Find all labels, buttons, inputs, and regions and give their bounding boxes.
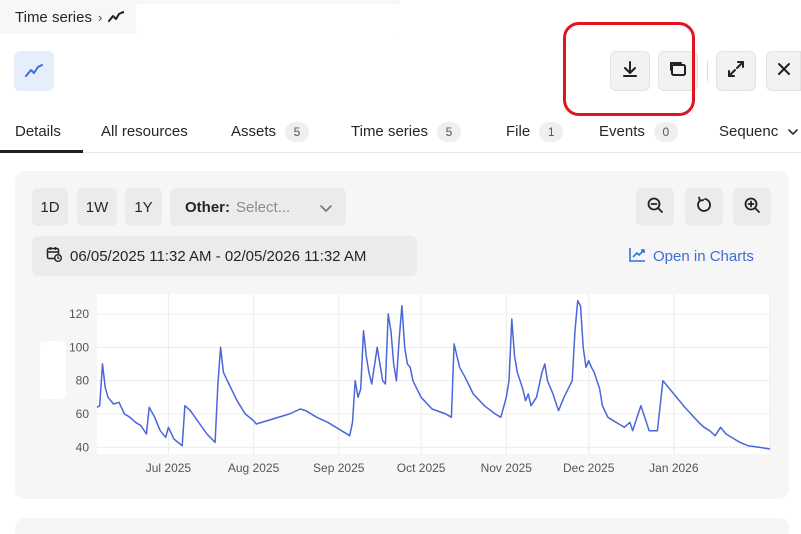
chart-x-tick-label: Jan 2026 xyxy=(649,461,699,475)
embed-frame-icon xyxy=(669,60,687,83)
chart-y-tick-label: 40 xyxy=(76,440,90,454)
range-1d-button[interactable]: 1D xyxy=(32,188,68,226)
breadcrumb: Time series › xyxy=(0,0,401,34)
tab-bar: Details All resources Assets 5 Time seri… xyxy=(0,110,801,153)
reset-zoom-button[interactable] xyxy=(685,188,723,226)
chart-x-tick-label: Sep 2025 xyxy=(313,461,365,475)
close-icon xyxy=(776,61,792,82)
chart-y-tick-label: 120 xyxy=(69,307,89,321)
tab-assets[interactable]: Assets 5 xyxy=(231,110,310,153)
timeseries-app-icon xyxy=(14,51,54,91)
expand-button[interactable] xyxy=(716,51,756,91)
chart-x-tick-label: Jul 2025 xyxy=(146,461,192,475)
embed-button[interactable] xyxy=(658,51,698,91)
chevron-down-icon xyxy=(788,123,799,140)
breadcrumb-redacted-title xyxy=(136,4,401,34)
toolbar-divider xyxy=(707,61,708,81)
tab-details[interactable]: Details xyxy=(15,110,61,153)
chart-trend-icon xyxy=(629,247,646,266)
chart-plot-area xyxy=(97,294,770,454)
zoom-in-icon xyxy=(743,196,761,219)
other-range-select[interactable]: Other: Select... xyxy=(170,188,346,226)
breadcrumb-root[interactable]: Time series xyxy=(15,9,92,26)
chart-x-tick-label: Aug 2025 xyxy=(228,461,280,475)
tab-sequences[interactable]: Sequenc xyxy=(719,110,799,153)
tab-count-badge: 1 xyxy=(539,121,564,142)
next-panel xyxy=(15,518,789,534)
range-1w-button[interactable]: 1W xyxy=(77,188,117,226)
expand-icon xyxy=(727,60,745,83)
active-tab-indicator xyxy=(0,150,83,153)
tab-all-resources[interactable]: All resources xyxy=(101,110,188,153)
date-range-picker[interactable]: 06/05/2025 11:32 AM - 02/05/2026 11:32 A… xyxy=(32,236,417,276)
range-1y-button[interactable]: 1Y xyxy=(125,188,162,226)
tab-file[interactable]: File 1 xyxy=(506,110,564,153)
tab-count-badge: 0 xyxy=(653,121,678,142)
chevron-down-icon xyxy=(320,200,332,217)
tab-count-badge: 5 xyxy=(436,121,461,142)
chart-y-tick-label: 100 xyxy=(69,340,89,354)
open-in-charts-link[interactable]: Open in Charts xyxy=(629,245,754,267)
chart-x-tick-label: Nov 2025 xyxy=(481,461,533,475)
y-axis-redacted-label xyxy=(40,341,66,399)
tab-time-series[interactable]: Time series 5 xyxy=(351,110,461,153)
breadcrumb-separator: › xyxy=(97,9,103,25)
download-button[interactable] xyxy=(610,51,650,91)
timeseries-chart[interactable]: 40 60 80 100 120 Jul 2025 Aug 2025 Sep 2025 Oct… xyxy=(40,290,780,485)
zoom-out-icon xyxy=(646,196,664,219)
timeseries-icon xyxy=(108,11,125,23)
close-button[interactable] xyxy=(766,51,801,91)
calendar-clock-icon xyxy=(46,246,62,266)
chart-y-tick-label: 80 xyxy=(76,374,90,388)
tab-count-badge: 5 xyxy=(285,121,310,142)
date-range-text: 06/05/2025 11:32 AM - 02/05/2026 11:32 A… xyxy=(70,247,367,265)
chart-x-tick-label: Oct 2025 xyxy=(397,461,446,475)
reset-icon xyxy=(695,196,713,219)
zoom-out-button[interactable] xyxy=(636,188,674,226)
chart-y-tick-label: 60 xyxy=(76,407,90,421)
chart-x-tick-label: Dec 2025 xyxy=(563,461,615,475)
tab-events[interactable]: Events 0 xyxy=(599,110,678,153)
download-icon xyxy=(621,60,639,83)
zoom-in-button[interactable] xyxy=(733,188,771,226)
